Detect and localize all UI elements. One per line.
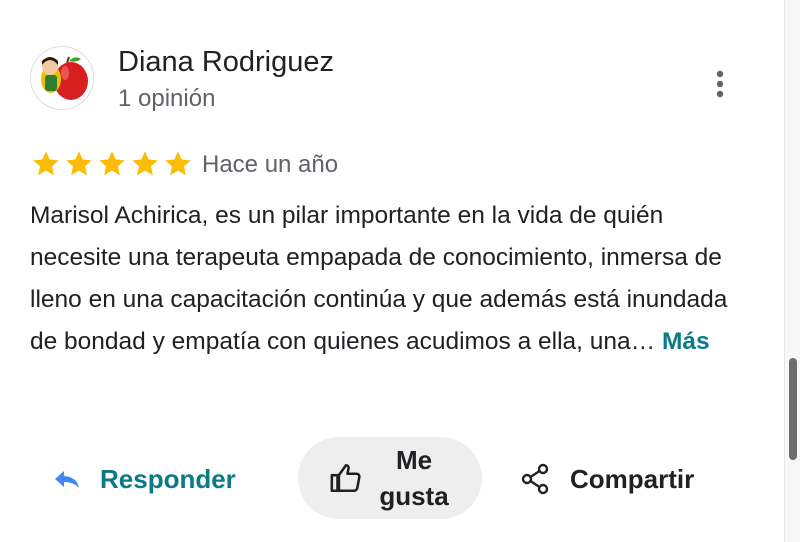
review-text: Marisol Achirica, es un pilar importante… (30, 202, 728, 355)
star-icon (132, 151, 158, 176)
like-button[interactable]: Me gusta (298, 437, 482, 519)
star-icon (33, 151, 59, 176)
more-options-button[interactable] (702, 62, 738, 106)
scrollbar[interactable] (784, 0, 800, 542)
star-icon (99, 151, 125, 176)
scrollbar-thumb[interactable] (789, 358, 797, 460)
review-count: 1 opinión (118, 85, 216, 112)
more-vert-icon (716, 70, 724, 98)
apple-avatar-image (31, 47, 93, 109)
review-text-block: Marisol Achirica, es un pilar importante… (30, 195, 740, 363)
star-rating (30, 148, 194, 182)
more-link[interactable]: Más (662, 328, 710, 355)
thumbs-up-icon (329, 461, 363, 495)
reply-arrow-icon (52, 467, 82, 491)
share-icon (520, 463, 550, 495)
share-button[interactable]: Compartir (520, 458, 694, 500)
star-icon (165, 151, 191, 176)
star-icon (66, 151, 92, 176)
avatar[interactable] (30, 46, 94, 110)
reply-button[interactable]: Responder (52, 458, 236, 500)
like-label: Me gusta (379, 445, 449, 511)
reply-label: Responder (100, 463, 236, 494)
share-label: Compartir (570, 463, 695, 494)
reviewer-name[interactable]: Diana Rodriguez (118, 44, 334, 80)
review-date: Hace un año (202, 151, 339, 178)
